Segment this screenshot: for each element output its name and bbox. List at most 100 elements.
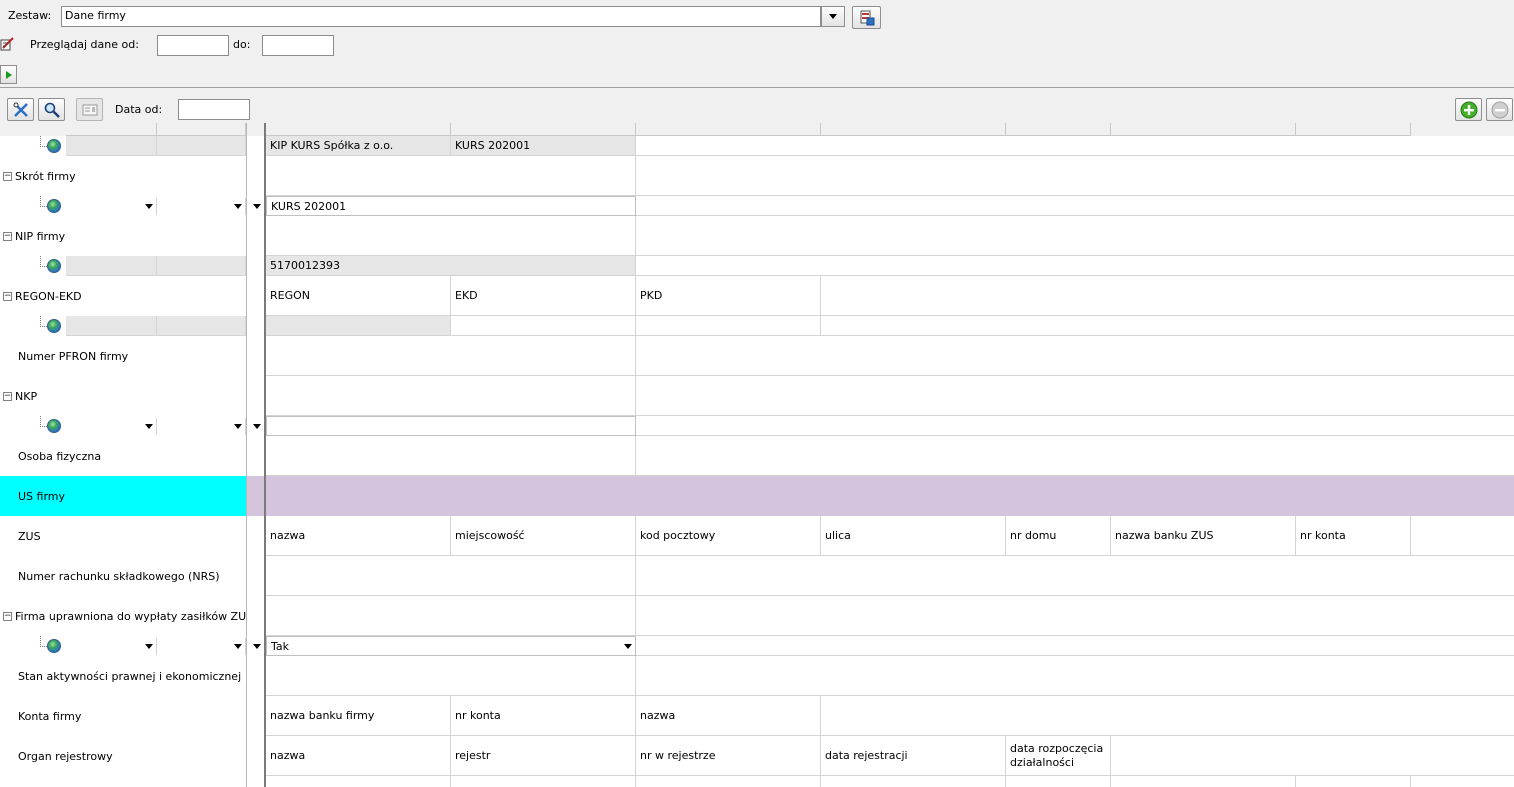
chevron-down-icon[interactable] (253, 643, 261, 649)
data-grid: KIP KURS Spółka z o.o. KURS 202001 − Skró… (0, 123, 1514, 787)
row-cell (451, 776, 636, 787)
chevron-down-icon (624, 644, 632, 649)
group-label: Stan aktywności prawnej i ekonomicznej (18, 669, 242, 683)
group-row-organ[interactable]: Organ rejestrowy nazwa rejestr nr w reje… (0, 736, 1514, 776)
collapse-icon[interactable]: − (3, 391, 12, 401)
row-cell[interactable] (157, 256, 246, 276)
date-from-combo[interactable] (66, 198, 157, 215)
group-label: Skrót firmy (15, 169, 76, 183)
column-header: ulica (821, 516, 1006, 556)
add-row-button[interactable] (1455, 98, 1482, 121)
zestaw-manage-button[interactable] (852, 6, 881, 29)
row-cell (636, 376, 1514, 416)
browse-to-input[interactable] (262, 35, 334, 56)
zestaw-dropdown-button[interactable] (821, 6, 845, 27)
row-cell[interactable] (157, 316, 246, 336)
company-name-cell[interactable]: KIP KURS Spółka z o.o. (266, 136, 451, 156)
group-row-konta[interactable]: Konta firmy nazwa banku firmy nr konta n… (0, 696, 1514, 736)
date-to-combo[interactable] (157, 638, 246, 655)
chevron-down-icon[interactable] (253, 203, 261, 209)
group-row-regon[interactable]: − REGON-EKD REGON EKD PKD (0, 276, 1514, 316)
row-cell[interactable] (66, 256, 157, 276)
set-manage-icon (860, 10, 874, 25)
group-label: NKP (15, 389, 38, 403)
column-header: kod pocztowy (636, 516, 821, 556)
column-header: data rozpoczęcia działalności (1006, 736, 1111, 776)
column-header: data rejestracji (821, 736, 1006, 776)
row-cell (636, 136, 1514, 156)
grid-header-cell (157, 123, 246, 136)
row-cell (821, 776, 1006, 787)
group-row-nkp[interactable]: − NKP (0, 376, 1514, 416)
group-row-firma-uprawniona[interactable]: − Firma uprawniona do wypłaty zasiłków ZU… (0, 596, 1514, 636)
group-row-osoba[interactable]: Osoba fizyczna (0, 436, 1514, 476)
date-from-combo[interactable] (66, 638, 157, 655)
skrot-value-input[interactable]: KURS 202001 (266, 196, 636, 216)
chevron-down-icon (234, 204, 242, 209)
collapse-icon[interactable]: − (3, 291, 12, 301)
row-cell (266, 776, 451, 787)
table-row[interactable]: KIP KURS Spółka z o.o. KURS 202001 (0, 136, 1514, 156)
search-button[interactable] (38, 98, 65, 121)
group-label: Numer rachunku składkowego (NRS) (18, 569, 220, 583)
pkd-value-input[interactable] (636, 316, 821, 336)
row-cell (821, 316, 1514, 336)
row-cell (821, 696, 1514, 736)
grid-header-cell (1006, 123, 1111, 136)
zestaw-combo-input[interactable]: Dane firmy (61, 6, 821, 27)
browse-from-label: Przeglądaj dane od: (30, 38, 139, 51)
row-cell (266, 376, 636, 416)
row-cell (636, 196, 1514, 216)
column-header: nr domu (1006, 516, 1111, 556)
ekd-value-input[interactable] (451, 316, 636, 336)
row-cell (636, 596, 1514, 636)
pane-splitter[interactable] (264, 123, 266, 787)
table-row[interactable]: 5170012393 (0, 256, 1514, 276)
chevron-down-icon[interactable] (253, 423, 261, 429)
date-from-input[interactable] (178, 99, 250, 120)
play-arrow-icon (5, 70, 12, 79)
nip-value-cell[interactable]: 5170012393 (266, 256, 636, 276)
group-row-us-selected[interactable]: US firmy (0, 476, 1514, 516)
group-label: Osoba fizyczna (18, 449, 102, 463)
table-row[interactable]: Tak (0, 636, 1514, 656)
row-cell (266, 656, 636, 696)
tools-button[interactable] (7, 98, 34, 121)
column-header: nr w rejestrze (636, 736, 821, 776)
collapse-icon[interactable]: − (3, 171, 12, 181)
edit-pencil-icon[interactable] (0, 36, 14, 55)
date-to-combo[interactable] (157, 418, 246, 435)
row-cell (266, 436, 636, 476)
browse-to-label: do: (233, 38, 251, 51)
browse-from-input[interactable] (157, 35, 229, 56)
collapse-icon[interactable]: − (3, 611, 12, 621)
table-row[interactable] (0, 316, 1514, 336)
date-from-combo[interactable] (66, 418, 157, 435)
card-view-button[interactable] (76, 98, 103, 121)
table-row[interactable]: KURS 202001 (0, 196, 1514, 216)
group-row-nip[interactable]: − NIP firmy (0, 216, 1514, 256)
row-cell[interactable] (157, 136, 246, 156)
group-row-pfron[interactable]: Numer PFRON firmy (0, 336, 1514, 376)
pane-divider (246, 123, 247, 787)
group-label: Numer PFRON firmy (18, 349, 129, 363)
remove-row-button[interactable] (1486, 98, 1513, 121)
firma-uprawniona-select[interactable]: Tak (266, 636, 636, 656)
table-row[interactable] (0, 416, 1514, 436)
row-cell[interactable] (66, 136, 157, 156)
group-row-skrot[interactable]: − Skrót firmy (0, 156, 1514, 196)
plus-circle-icon (1460, 101, 1477, 118)
collapse-icon[interactable]: − (3, 231, 12, 241)
group-row-nrs[interactable]: Numer rachunku składkowego (NRS) (0, 556, 1514, 596)
row-cell (1296, 776, 1411, 787)
grid-header-cell (1296, 123, 1411, 136)
group-row-stan[interactable]: Stan aktywności prawnej i ekonomicznej (0, 656, 1514, 696)
date-to-combo[interactable] (157, 198, 246, 215)
company-code-cell[interactable]: KURS 202001 (451, 136, 636, 156)
expand-filter-button[interactable] (0, 65, 17, 84)
regon-value-cell[interactable] (266, 316, 451, 336)
row-cell[interactable] (66, 316, 157, 336)
row-cell (821, 276, 1514, 316)
nkp-value-input[interactable] (266, 416, 636, 436)
group-row-zus[interactable]: ZUS nazwa miejscowość kod pocztowy ulica… (0, 516, 1514, 556)
